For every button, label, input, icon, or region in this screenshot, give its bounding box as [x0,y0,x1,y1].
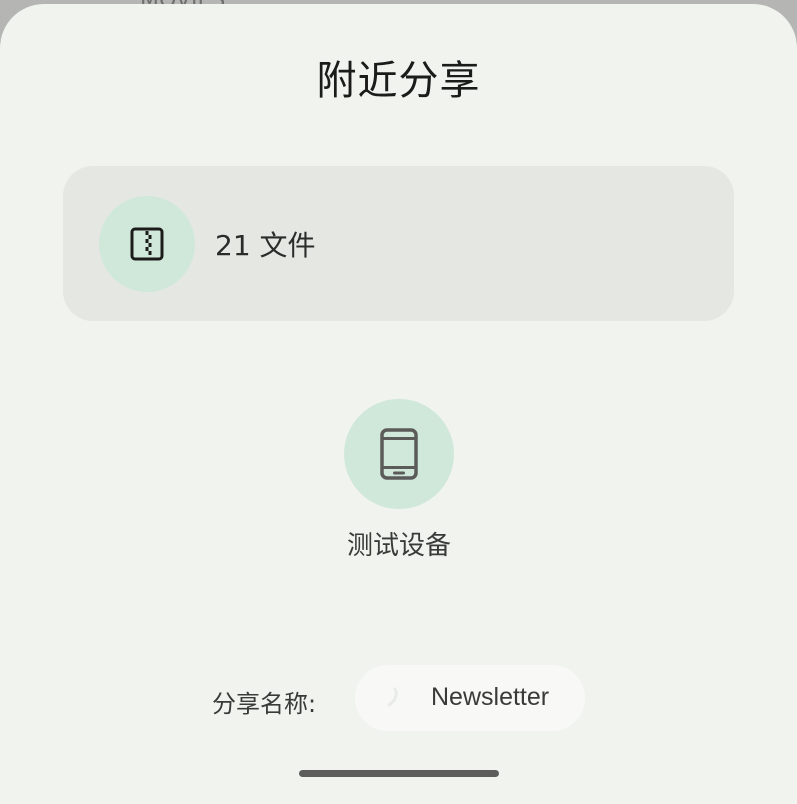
device-name-label: 测试设备 [346,531,451,561]
file-thumbnail-icon [387,687,398,707]
smartphone-icon [380,428,418,480]
share-name-label: 分享名称: [212,690,317,718]
sheet-title: 附近分享 [316,58,481,104]
device-icon-circle[interactable] [344,399,454,509]
share-name-value: Newsletter [431,683,550,711]
zip-file-icon-circle [99,196,195,292]
file-card: 21 文件 [63,166,734,321]
gesture-home-bar[interactable] [299,770,499,777]
nearby-share-sheet: 附近分享 21 文件 测试设备 分享名称: Newsletter [0,4,797,804]
device-target-test-device[interactable]: 测试设备 [325,399,473,562]
share-name-chip[interactable]: Newsletter [355,665,585,731]
file-count-label: 21 文件 [215,229,316,262]
zip-file-icon [130,227,164,261]
